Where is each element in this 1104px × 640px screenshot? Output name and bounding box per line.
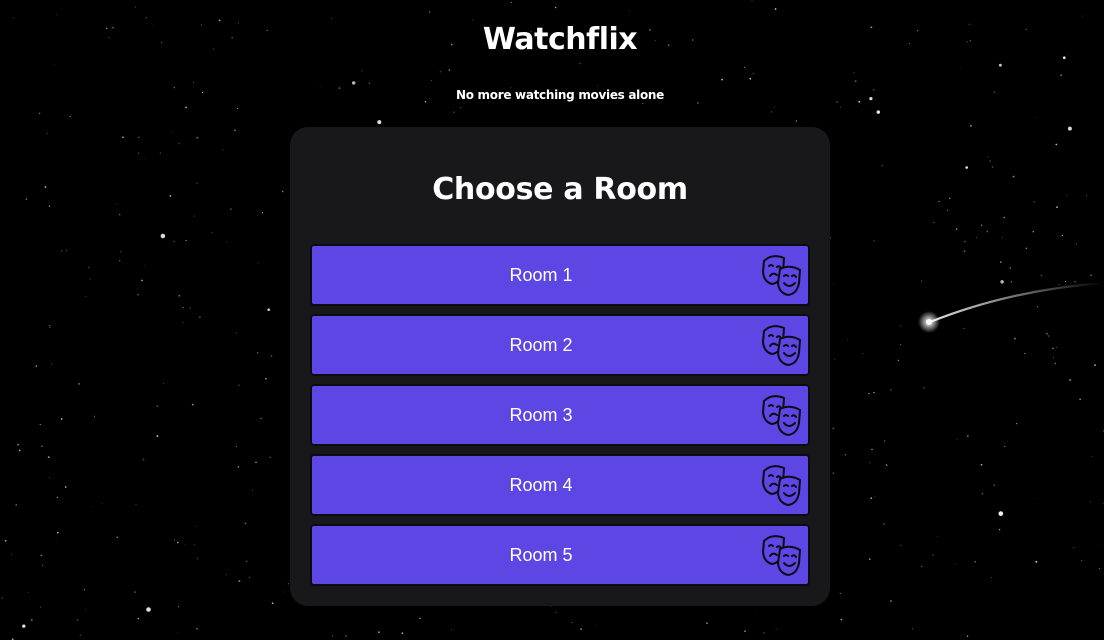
theater-masks-icon bbox=[762, 535, 801, 576]
room-5-button[interactable]: Room 5 bbox=[310, 524, 810, 586]
room-4-button[interactable]: Room 4 bbox=[310, 454, 810, 516]
room-list: Room 1 Room 2 Room 3 Room 4 Room 5 bbox=[310, 244, 810, 594]
room-label: Room 5 bbox=[509, 545, 573, 565]
app-title: Watchflix bbox=[482, 22, 638, 57]
panel-title: Choose a Room bbox=[432, 172, 688, 207]
theater-masks-icon bbox=[762, 395, 801, 436]
room-label: Room 2 bbox=[509, 335, 573, 355]
theater-masks-icon bbox=[762, 255, 801, 296]
room-1-button[interactable]: Room 1 bbox=[310, 244, 810, 306]
room-2-button[interactable]: Room 2 bbox=[310, 314, 810, 376]
room-3-button[interactable]: Room 3 bbox=[310, 384, 810, 446]
theater-masks-icon bbox=[762, 465, 801, 506]
room-label: Room 1 bbox=[509, 265, 573, 285]
tagline: No more watching movies alone bbox=[455, 88, 665, 102]
page-content: Watchflix No more watching movies alone … bbox=[0, 0, 1104, 640]
room-label: Room 3 bbox=[509, 405, 573, 425]
room-label: Room 4 bbox=[509, 475, 573, 495]
theater-masks-icon bbox=[762, 325, 801, 366]
